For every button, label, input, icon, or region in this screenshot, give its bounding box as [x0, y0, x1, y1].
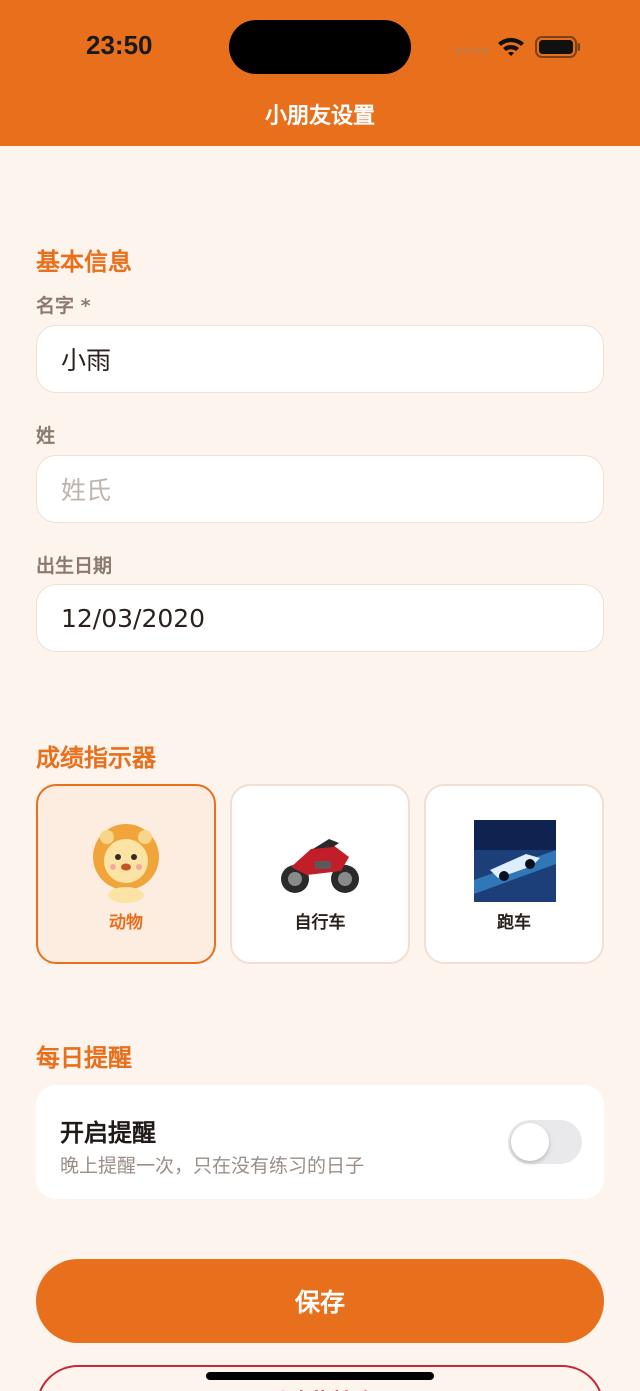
- last-name-input[interactable]: 姓氏: [36, 455, 604, 523]
- indicator-option-sports-car[interactable]: 跑车: [424, 784, 604, 964]
- reminder-title: 开启提醒: [60, 1119, 156, 1147]
- first-name-value: 小雨: [61, 346, 112, 375]
- birth-date-value: 12/03/2020: [61, 603, 206, 633]
- lion-icon: [93, 824, 159, 903]
- indicator-option-animal[interactable]: 动物: [36, 784, 216, 964]
- birth-date-input[interactable]: 12/03/2020: [36, 584, 604, 652]
- reminder-toggle[interactable]: [508, 1120, 582, 1164]
- status-time: 23:50: [86, 30, 153, 60]
- wifi-icon: [498, 37, 524, 56]
- reminder-card: 开启提醒 晚上提醒一次，只在没有练习的日子: [36, 1085, 604, 1199]
- signal-icon: [454, 47, 488, 55]
- first-name-label: 名字 *: [36, 295, 91, 317]
- header-bar: 23:50 小朋友设置: [0, 0, 640, 146]
- section-title-reminder: 每日提醒: [36, 1044, 132, 1072]
- indicator-label-sports-car: 跑车: [497, 913, 531, 933]
- section-title-basic-info: 基本信息: [36, 248, 132, 276]
- page-title: 小朋友设置: [264, 104, 375, 129]
- dynamic-island: [229, 20, 411, 74]
- indicator-label-bicycle: 自行车: [294, 913, 346, 933]
- battery-icon: [535, 36, 580, 58]
- reminder-subtitle: 晚上提醒一次，只在没有练习的日子: [60, 1155, 365, 1177]
- home-indicator: [206, 1372, 434, 1380]
- first-name-input[interactable]: 小雨: [36, 325, 604, 393]
- indicator-label-animal: 动物: [109, 913, 143, 933]
- motorcycle-icon: [281, 839, 359, 893]
- last-name-placeholder: 姓氏: [61, 476, 112, 505]
- toggle-knob: [511, 1123, 549, 1161]
- birth-date-label: 出生日期: [36, 555, 113, 577]
- race-car-icon: [474, 820, 556, 902]
- section-title-indicator: 成绩指示器: [36, 744, 156, 772]
- indicator-option-bicycle[interactable]: 自行车: [230, 784, 410, 964]
- save-button[interactable]: 保存: [36, 1259, 604, 1343]
- last-name-label: 姓: [36, 425, 56, 447]
